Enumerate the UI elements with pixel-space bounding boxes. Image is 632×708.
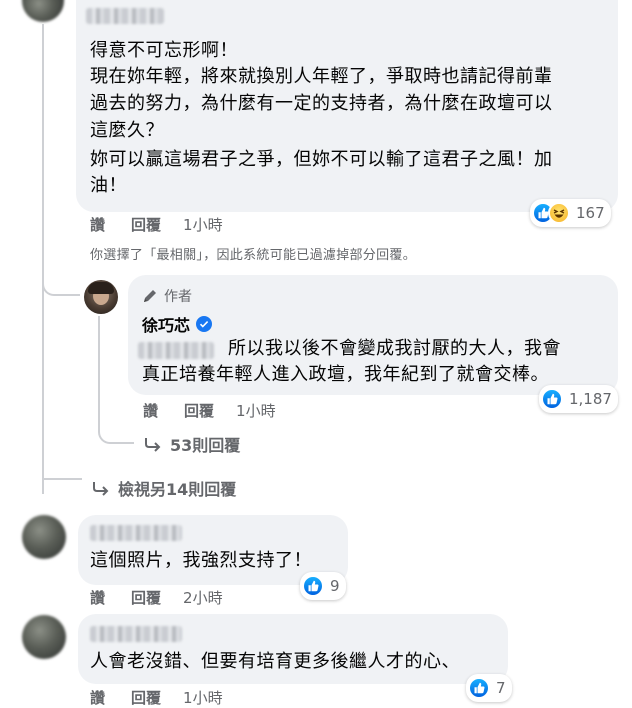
more-replies-link[interactable]: 53則回覆 <box>144 432 240 456</box>
commenter-avatar[interactable] <box>22 0 64 22</box>
reaction-count: 7 <box>496 679 506 697</box>
commenter-name-blurred[interactable] <box>90 626 182 642</box>
author-name-row: 徐巧芯 <box>142 312 213 336</box>
more-replies-label: 53則回覆 <box>170 436 241 455</box>
reaction-summary[interactable]: 9 <box>300 572 346 600</box>
comment-actions: 讚 回覆 1小時 <box>90 687 223 708</box>
thread-branch <box>42 270 80 296</box>
comment-line: 現在妳年輕，將來就換別人年輕了，爭取時也請記得前輩 <box>90 66 553 87</box>
timestamp[interactable]: 1小時 <box>183 214 223 235</box>
comment-line: 得意不可忘形啊！ <box>90 40 238 61</box>
reaction-count: 1,187 <box>569 390 612 408</box>
author-avatar[interactable] <box>84 280 118 314</box>
commenter-name-blurred[interactable] <box>86 8 164 24</box>
author-badge-label: 作者 <box>164 289 192 305</box>
reply-button[interactable]: 回覆 <box>131 587 161 608</box>
pencil-icon <box>144 290 156 302</box>
like-icon <box>541 388 563 410</box>
reply-arrow-icon <box>93 482 109 496</box>
reply-actions: 讚 回覆 1小時 <box>143 400 276 421</box>
like-button[interactable]: 讚 <box>90 687 105 708</box>
commenter-avatar[interactable] <box>22 615 66 659</box>
comment-text: 這個照片，我強烈支持了！ <box>90 550 312 571</box>
comment-bubble: 人會老沒錯、但要有培育更多後繼人才的心、 <box>78 614 508 684</box>
haha-icon <box>548 202 570 224</box>
comment-actions: 讚 回覆 2小時 <box>90 587 223 608</box>
reaction-summary[interactable]: 7 <box>466 674 512 702</box>
author-name[interactable]: 徐巧芯 <box>142 312 190 336</box>
reaction-count: 9 <box>330 577 340 595</box>
like-button[interactable]: 讚 <box>143 400 158 421</box>
comment-text: 人會老沒錯、但要有培育更多後繼人才的心、 <box>90 651 460 672</box>
timestamp[interactable]: 1小時 <box>236 400 276 421</box>
reply-arrow-icon <box>145 438 161 452</box>
thread-line-reply <box>98 316 100 424</box>
timestamp[interactable]: 2小時 <box>183 587 223 608</box>
comment-bubble: 得意不可忘形啊！ 現在妳年輕，將來就換別人年輕了，爭取時也請記得前輩 過去的努力… <box>76 0 618 212</box>
reaction-summary[interactable]: 1,187 <box>539 385 618 413</box>
thread-branch-reply <box>98 420 134 444</box>
commenter-name-blurred[interactable] <box>90 525 182 541</box>
reply-line: 真正培養年輕人進入政壇，我年紀到了就會交棒。 <box>142 364 549 385</box>
reaction-count: 167 <box>576 204 605 222</box>
reply-button[interactable]: 回覆 <box>131 214 161 235</box>
reply-line: 所以我以後不會變成我討厭的大人，我會 <box>228 338 561 359</box>
verified-badge-icon <box>196 316 213 332</box>
view-more-label: 檢視另14則回覆 <box>118 480 237 499</box>
author-reply-bubble: 作者 徐巧芯 所以我以後不會變成我討厭的大人，我會 真正培養年輕人進入政壇，我年… <box>128 275 618 395</box>
reply-button[interactable]: 回覆 <box>184 400 214 421</box>
comment-actions: 讚 回覆 1小時 <box>90 214 223 235</box>
view-more-replies-link[interactable]: 檢視另14則回覆 <box>92 476 236 500</box>
thread-connector <box>42 478 82 480</box>
comment-line: 這麼久？ <box>90 120 164 141</box>
like-icon <box>302 575 324 597</box>
like-button[interactable]: 讚 <box>90 587 105 608</box>
like-button[interactable]: 讚 <box>90 214 105 235</box>
commenter-avatar[interactable] <box>22 515 66 559</box>
comment-line: 過去的努力，為什麼有一定的支持者，為什麼在政壇可以 <box>90 93 553 114</box>
author-badge: 作者 <box>142 286 192 306</box>
timestamp[interactable]: 1小時 <box>183 687 223 708</box>
reply-button[interactable]: 回覆 <box>131 687 161 708</box>
reaction-summary[interactable]: 167 <box>530 199 611 227</box>
comment-line: 妳可以贏這場君子之爭，但妳不可以輸了這君子之風！加 <box>90 149 553 170</box>
filter-note: 你選擇了「最相關」，因此系統可能已過濾掉部分回覆。 <box>90 248 417 263</box>
thread-line <box>42 24 44 494</box>
mentioned-name-blurred[interactable] <box>138 342 214 359</box>
comment-line: 油！ <box>90 175 127 196</box>
like-icon <box>468 677 490 699</box>
